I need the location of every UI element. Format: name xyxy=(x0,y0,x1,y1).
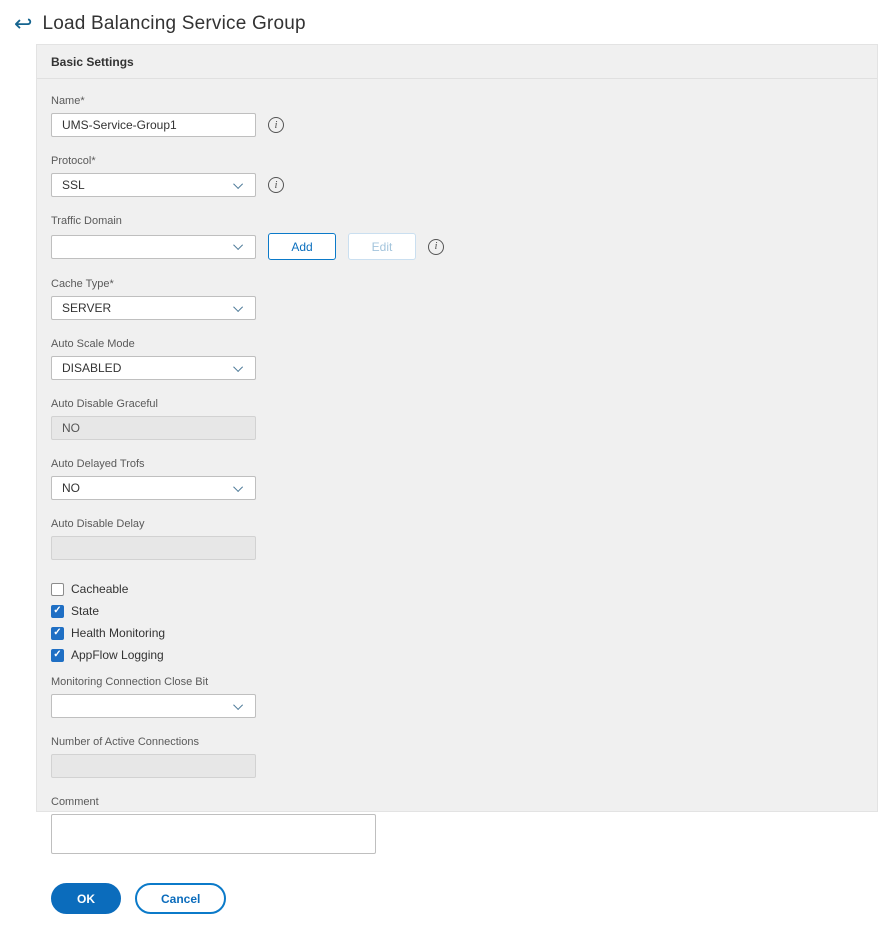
auto-scale-mode-label: Auto Scale Mode xyxy=(51,338,863,350)
appflow-logging-checkbox[interactable] xyxy=(51,649,64,662)
protocol-label: Protocol* xyxy=(51,155,863,167)
cacheable-checkbox[interactable] xyxy=(51,583,64,596)
basic-settings-panel: Basic Settings Name* i Protocol* SSL i T… xyxy=(36,44,878,812)
field-traffic-domain: Traffic Domain Add Edit i xyxy=(51,215,863,260)
ok-button[interactable]: OK xyxy=(51,883,121,914)
auto-delayed-trofs-select[interactable]: NO xyxy=(51,476,256,500)
edit-button[interactable]: Edit xyxy=(348,233,416,260)
protocol-select[interactable]: SSL xyxy=(51,173,256,197)
cache-type-select-value: SERVER xyxy=(62,301,111,315)
field-monitoring-connection-close-bit: Monitoring Connection Close Bit xyxy=(51,676,863,718)
checkbox-row-state[interactable]: State xyxy=(51,604,863,618)
panel-title: Basic Settings xyxy=(37,45,877,79)
chevron-down-icon xyxy=(233,179,243,189)
state-checkbox-label: State xyxy=(71,604,99,618)
checkbox-row-cacheable[interactable]: Cacheable xyxy=(51,582,863,596)
auto-scale-mode-select[interactable]: DISABLED xyxy=(51,356,256,380)
field-comment: Comment xyxy=(51,796,863,859)
auto-delayed-trofs-select-value: NO xyxy=(62,481,80,495)
auto-disable-delay-input xyxy=(51,536,256,560)
field-cache-type: Cache Type* SERVER xyxy=(51,278,863,320)
field-auto-disable-delay: Auto Disable Delay xyxy=(51,518,863,560)
field-protocol: Protocol* SSL i xyxy=(51,155,863,197)
checkbox-group: Cacheable State Health Monitoring AppFlo… xyxy=(51,582,863,662)
health-monitoring-checkbox[interactable] xyxy=(51,627,64,640)
field-number-of-active-connections: Number of Active Connections xyxy=(51,736,863,778)
info-icon[interactable]: i xyxy=(268,117,284,133)
monitoring-connection-close-bit-label: Monitoring Connection Close Bit xyxy=(51,676,863,688)
auto-disable-graceful-input: NO xyxy=(51,416,256,440)
chevron-down-icon xyxy=(233,240,243,250)
page-title: Load Balancing Service Group xyxy=(42,13,305,35)
traffic-domain-select[interactable] xyxy=(51,235,256,259)
cacheable-checkbox-label: Cacheable xyxy=(71,582,128,596)
state-checkbox[interactable] xyxy=(51,605,64,618)
chevron-down-icon xyxy=(233,362,243,372)
name-input[interactable] xyxy=(51,113,256,137)
appflow-logging-checkbox-label: AppFlow Logging xyxy=(71,648,164,662)
checkbox-row-appflow-logging[interactable]: AppFlow Logging xyxy=(51,648,863,662)
number-of-active-connections-label: Number of Active Connections xyxy=(51,736,863,748)
number-of-active-connections-input xyxy=(51,754,256,778)
field-name: Name* i xyxy=(51,95,863,137)
panel-body: Name* i Protocol* SSL i Traffic Domain xyxy=(37,79,877,932)
protocol-select-value: SSL xyxy=(62,178,85,192)
chevron-down-icon xyxy=(233,302,243,312)
traffic-domain-label: Traffic Domain xyxy=(51,215,863,227)
auto-scale-mode-select-value: DISABLED xyxy=(62,361,121,375)
cancel-button[interactable]: Cancel xyxy=(135,883,226,914)
info-icon[interactable]: i xyxy=(268,177,284,193)
back-arrow-icon[interactable]: ↩ xyxy=(14,13,32,35)
auto-disable-graceful-label: Auto Disable Graceful xyxy=(51,398,863,410)
health-monitoring-checkbox-label: Health Monitoring xyxy=(71,626,165,640)
cache-type-label: Cache Type* xyxy=(51,278,863,290)
auto-delayed-trofs-label: Auto Delayed Trofs xyxy=(51,458,863,470)
chevron-down-icon xyxy=(233,700,243,710)
comment-textarea[interactable] xyxy=(51,814,376,854)
cache-type-select[interactable]: SERVER xyxy=(51,296,256,320)
name-label: Name* xyxy=(51,95,863,107)
add-button[interactable]: Add xyxy=(268,233,336,260)
monitoring-connection-close-bit-select[interactable] xyxy=(51,694,256,718)
comment-label: Comment xyxy=(51,796,863,808)
auto-disable-delay-label: Auto Disable Delay xyxy=(51,518,863,530)
checkbox-row-health-monitoring[interactable]: Health Monitoring xyxy=(51,626,863,640)
page-header: ↩ Load Balancing Service Group xyxy=(0,0,878,43)
field-auto-delayed-trofs: Auto Delayed Trofs NO xyxy=(51,458,863,500)
field-auto-disable-graceful: Auto Disable Graceful NO xyxy=(51,398,863,440)
field-auto-scale-mode: Auto Scale Mode DISABLED xyxy=(51,338,863,380)
info-icon[interactable]: i xyxy=(428,239,444,255)
chevron-down-icon xyxy=(233,482,243,492)
footer-actions: OK Cancel xyxy=(51,883,863,914)
